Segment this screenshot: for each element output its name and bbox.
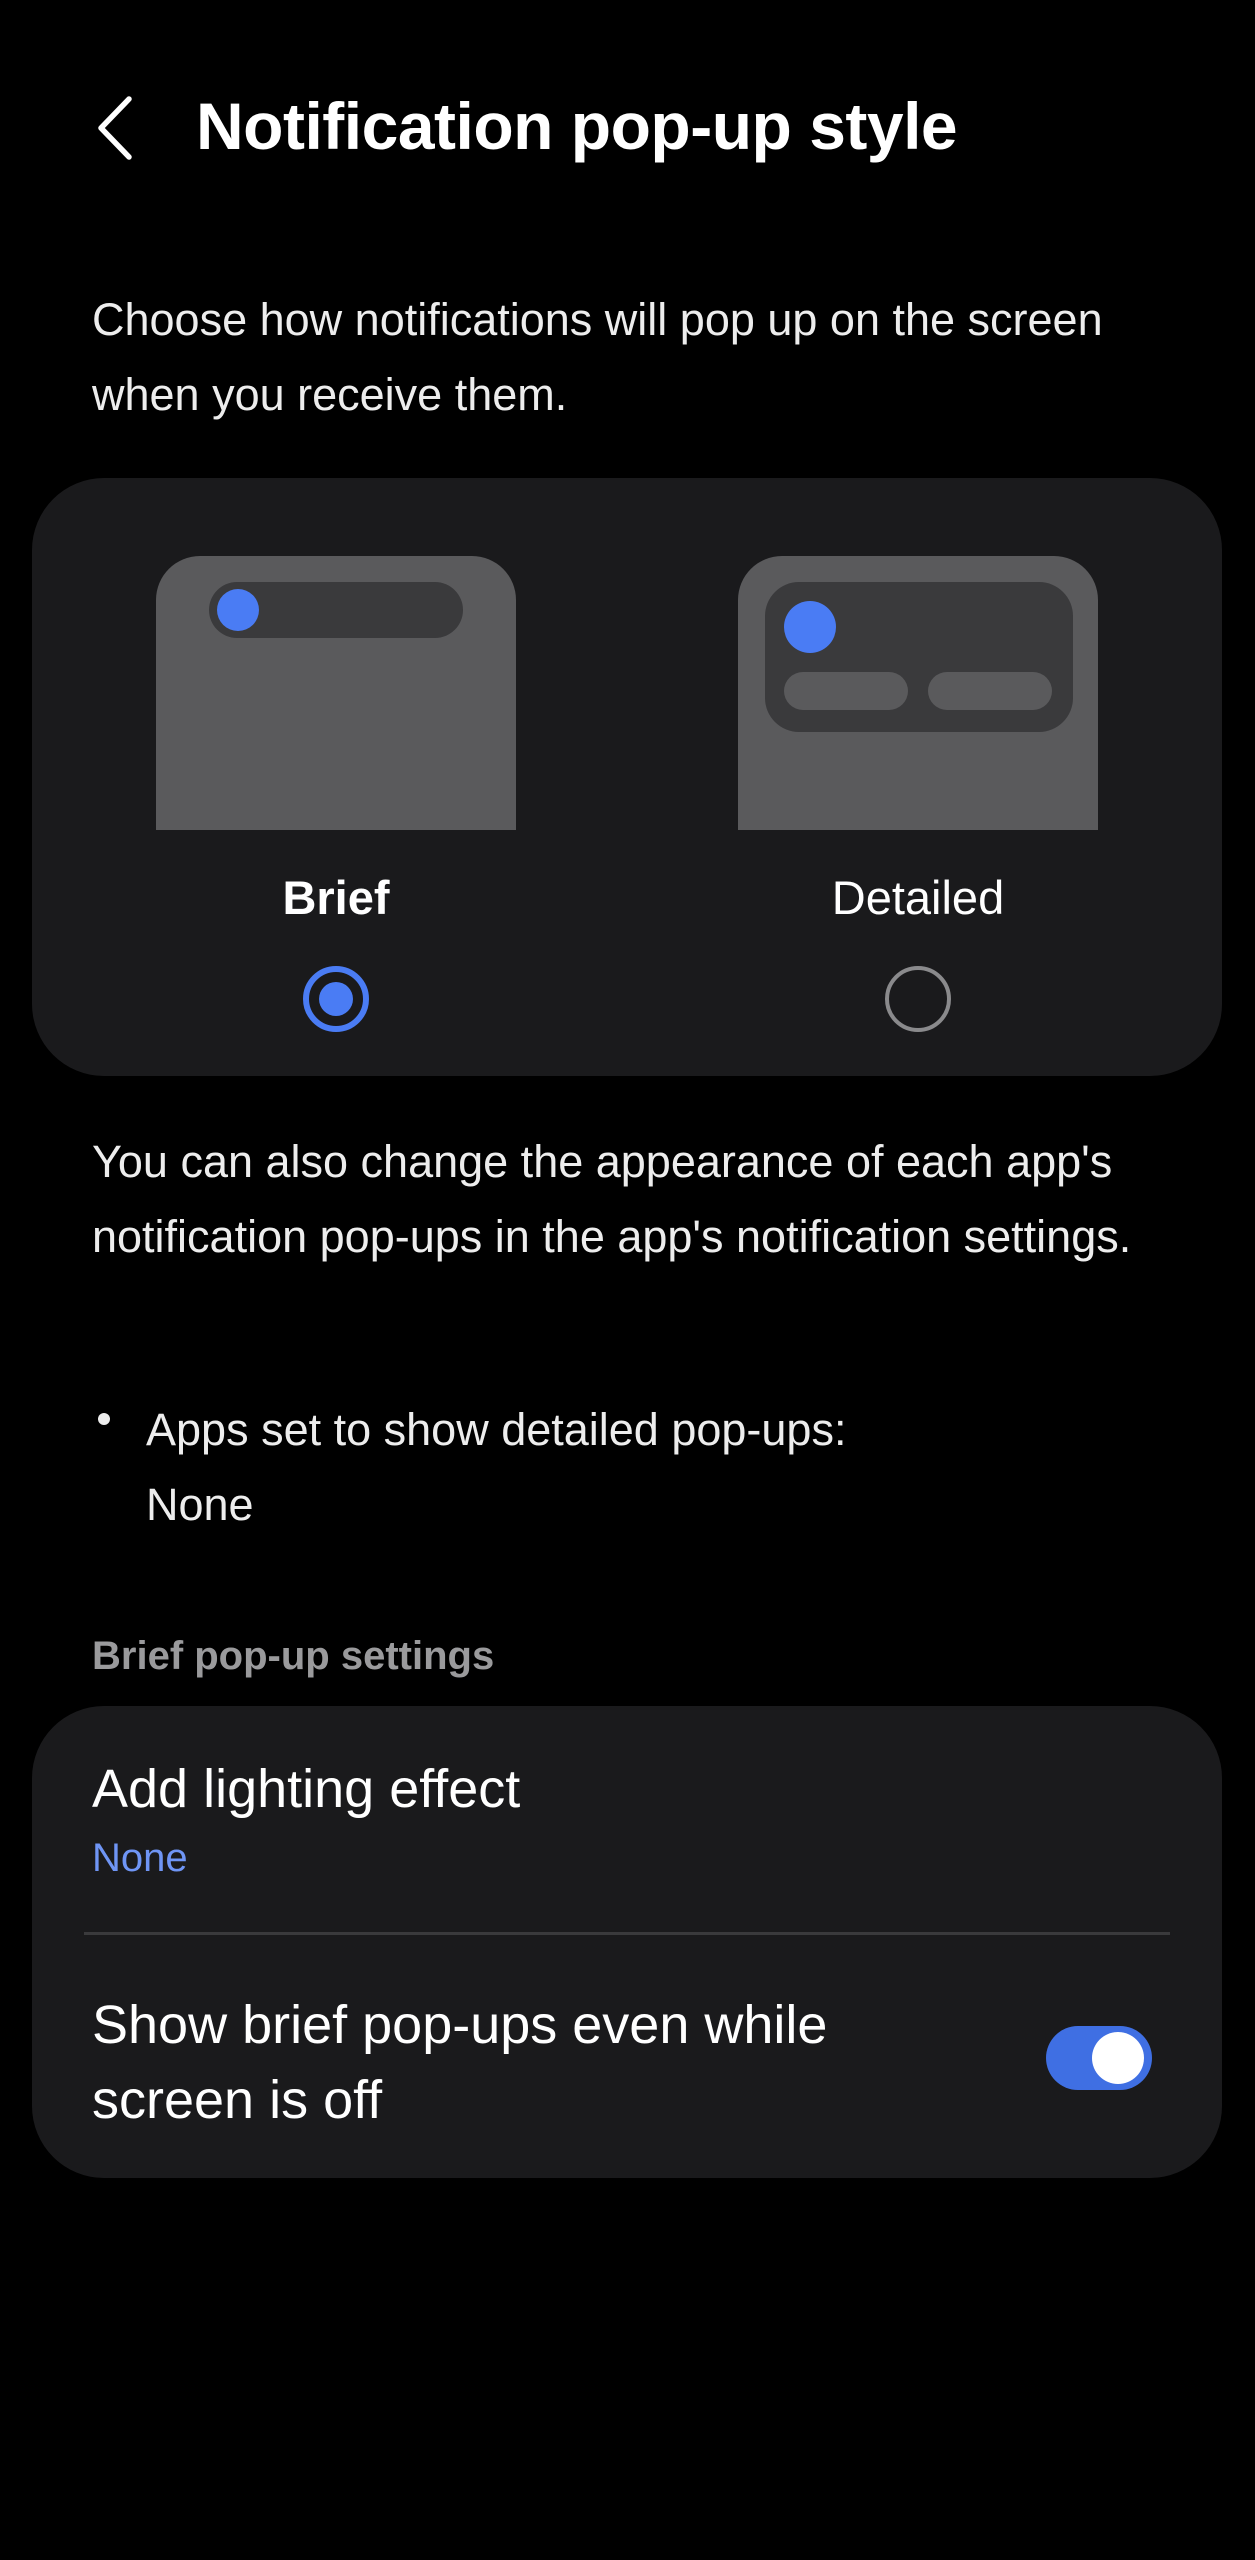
info-text: You can also change the appearance of ea… [92,1136,1132,1262]
detailed-apps-value: None [146,1479,254,1530]
option-label-detailed: Detailed [831,871,1005,924]
detailed-apps-list: Apps set to show detailed pop-ups: None [146,1392,1146,1542]
back-button[interactable] [80,90,150,170]
screen-off-popups-title: Show brief pop-ups even while screen is … [92,1995,828,2130]
bullet-icon [98,1413,110,1425]
option-label-brief: Brief [282,871,390,924]
detailed-apps-label: Apps set to show detailed pop-ups: [146,1404,847,1455]
action-button-placeholder [928,672,1052,710]
brief-popup-pill [209,582,463,638]
brief-settings-card: Add lighting effect None Show brief pop-… [32,1706,1222,2178]
option-brief[interactable]: Brief [136,478,556,1076]
toggle-knob [1092,2032,1144,2084]
section-header: Brief pop-up settings [92,1634,495,1678]
screen-off-popups-toggle[interactable] [1046,2026,1152,2090]
app-icon-dot [784,601,836,653]
divider [84,1932,1170,1935]
option-detailed[interactable]: Detailed [718,478,1138,1076]
lighting-effect-row[interactable]: Add lighting effect None [32,1706,1222,1934]
popup-style-card: Brief Detailed [32,478,1222,1076]
lighting-effect-title: Add lighting effect [92,1759,521,1819]
radio-detailed[interactable] [885,966,951,1032]
lighting-effect-value: None [92,1836,188,1880]
radio-selected-indicator [319,982,353,1016]
radio-brief[interactable] [303,966,369,1032]
screen-off-popups-row[interactable]: Show brief pop-ups even while screen is … [32,1936,1222,2178]
action-button-placeholder [784,672,908,710]
detailed-popup-box [765,582,1073,732]
detailed-preview-illustration [738,556,1098,830]
chevron-left-icon [93,95,137,166]
app-icon-dot [217,589,259,631]
brief-preview-illustration [156,556,516,830]
page-title: Notification pop-up style [196,89,958,163]
intro-text: Choose how notifications will pop up on … [92,294,1103,420]
